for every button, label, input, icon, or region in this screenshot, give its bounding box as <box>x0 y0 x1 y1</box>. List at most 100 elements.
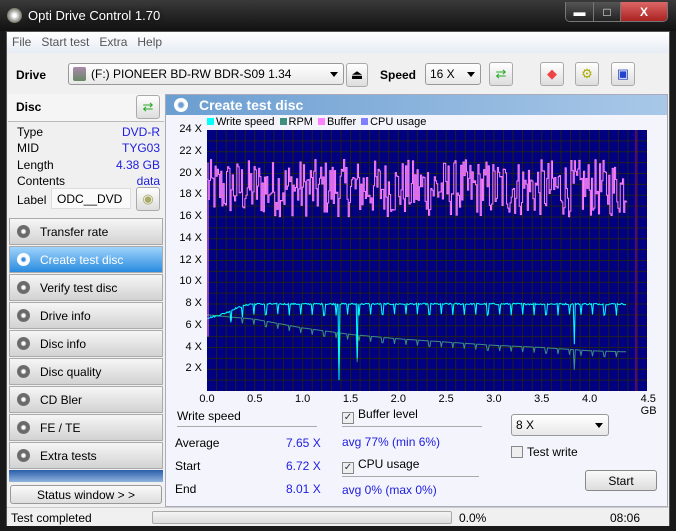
x-tick-label: 3.0 <box>486 393 502 405</box>
y-tick-label: 18 X <box>179 188 202 201</box>
label-disc-button[interactable]: ◉ <box>136 187 160 211</box>
nav-cd-bler[interactable]: CD Bler <box>9 386 163 413</box>
panel-title: Create test disc <box>199 97 304 113</box>
nav-fe-te[interactable]: FE / TE <box>9 414 163 441</box>
minimize-button[interactable]: ▬ <box>566 2 593 21</box>
end-value: 8.01 X <box>286 482 321 496</box>
menu-bar: File Start test Extra Help <box>7 32 669 53</box>
nav-extra-tests[interactable]: Extra tests <box>9 442 163 469</box>
cpu-usage-checkbox[interactable]: ✓ CPU usage <box>342 457 419 474</box>
buffer-level-checkbox[interactable]: ✓ Buffer level <box>342 407 418 424</box>
cpu-stats: avg 0% (max 0%) <box>342 483 437 497</box>
eject-button[interactable]: ⏏ <box>346 63 368 87</box>
maximize-button[interactable]: □ <box>593 2 620 21</box>
refresh-icon: ⇄ <box>142 99 154 114</box>
nav-verify-test-disc[interactable]: Verify test disc <box>9 274 163 301</box>
settings-button[interactable]: ⚙ <box>575 62 599 86</box>
status-bar: Test completed 0.0% 08:06 <box>7 507 669 526</box>
start-button[interactable]: Start <box>585 470 657 491</box>
test-write-checkbox[interactable]: Test write <box>511 445 578 459</box>
menu-file[interactable]: File <box>7 32 36 53</box>
disc-refresh-button[interactable]: ⇄ <box>136 95 160 119</box>
nav-transfer-rate[interactable]: Transfer rate <box>9 218 163 245</box>
x-tick-label: 1.5 <box>342 393 359 405</box>
speed-select[interactable]: 16 X <box>425 63 481 85</box>
nav-label: Verify test disc <box>40 280 118 295</box>
mid-label: MID <box>17 141 39 155</box>
nav-create-test-disc[interactable]: Create test disc <box>9 246 163 273</box>
toolbar: Drive (F:) PIONEER BD-RW BDR-S09 1.34 ⏏ … <box>7 54 669 94</box>
nav-divider <box>9 470 163 482</box>
disc-title: Disc <box>16 100 42 114</box>
refresh-button[interactable]: ⇄ <box>489 62 513 86</box>
nav-label: Create test disc <box>40 252 124 267</box>
save-button[interactable]: ▣ <box>611 62 635 86</box>
drive-value: (F:) PIONEER BD-RW BDR-S09 1.34 <box>91 67 292 81</box>
progress-bar <box>152 511 452 524</box>
length-value: 4.38 GB <box>115 158 160 172</box>
start-label: Start <box>175 459 201 473</box>
y-tick-label: 20 X <box>179 166 202 179</box>
nav-label: Drive info <box>40 308 91 323</box>
status-text: Test completed <box>11 511 92 525</box>
x-tick-label: 4.0 <box>581 393 598 405</box>
close-button[interactable]: X <box>620 2 667 21</box>
write-speed-value: 8 X <box>516 418 535 432</box>
nav-label: Disc quality <box>40 364 102 379</box>
menu-extra[interactable]: Extra <box>94 32 132 53</box>
write-speed-heading: Write speed <box>177 409 241 423</box>
label-input[interactable]: ODC__DVD <box>51 188 131 209</box>
buffer-stats: avg 77% (min 6%) <box>342 435 441 449</box>
y-tick-label: 2 X <box>185 362 202 375</box>
progress-text: 0.0% <box>459 511 487 525</box>
end-label: End <box>175 482 197 496</box>
legend-rpm: RPM <box>279 116 313 128</box>
x-tick-label: 0.0 <box>199 393 215 405</box>
type-label: Type <box>17 125 44 139</box>
eraser-icon: ◆ <box>547 66 557 81</box>
chevron-down-icon <box>595 423 603 428</box>
nav-label: Transfer rate <box>40 224 109 239</box>
nav-drive-info[interactable]: Drive info <box>9 302 163 329</box>
gear-icon: ⚙ <box>581 66 593 81</box>
write-speed-select[interactable]: 8 X <box>511 414 609 436</box>
disc-icon <box>17 421 30 434</box>
disc-icon <box>17 393 30 406</box>
disc-icon <box>17 365 30 378</box>
length-label: Length <box>17 158 54 172</box>
y-tick-label: 8 X <box>185 297 202 309</box>
disc-icon <box>17 337 30 350</box>
drive-select[interactable]: (F:) PIONEER BD-RW BDR-S09 1.34 <box>68 63 344 85</box>
disc-icon <box>17 281 30 294</box>
start-value: 6.72 X <box>286 459 321 473</box>
y-tick-label: 16 X <box>179 210 202 222</box>
chevron-down-icon <box>467 72 475 77</box>
eject-icon: ⏏ <box>350 67 364 82</box>
save-icon: ▣ <box>616 66 630 81</box>
y-tick-label: 12 X <box>179 253 202 266</box>
status-window-button[interactable]: Status window > > <box>10 485 162 504</box>
nav-label: Disc info <box>40 336 87 351</box>
legend-write-speed: Write speed <box>207 116 275 128</box>
write-chart <box>207 130 647 391</box>
x-tick-label: 1.0 <box>294 393 311 405</box>
drive-icon <box>73 67 86 81</box>
speed-value: 16 X <box>430 67 455 81</box>
menu-start-test[interactable]: Start test <box>36 32 94 53</box>
nav-disc-quality[interactable]: Disc quality <box>9 358 163 385</box>
x-tick-label: 3.5 <box>534 393 550 405</box>
disc-icon <box>17 253 30 266</box>
nav-label: FE / TE <box>40 420 81 435</box>
menu-help[interactable]: Help <box>132 32 167 53</box>
y-tick-label: 10 X <box>179 275 202 288</box>
chevron-down-icon <box>330 72 338 77</box>
disc-icon <box>17 309 30 322</box>
nav-disc-info[interactable]: Disc info <box>9 330 163 357</box>
disc-icon <box>17 225 30 238</box>
mid-value: TYG03 <box>121 141 160 155</box>
disc-icon: ◉ <box>142 191 154 206</box>
contents-value: data <box>136 174 160 188</box>
refresh-icon: ⇄ <box>495 66 507 81</box>
erase-button[interactable]: ◆ <box>540 62 564 86</box>
y-tick-label: 14 X <box>179 231 202 244</box>
